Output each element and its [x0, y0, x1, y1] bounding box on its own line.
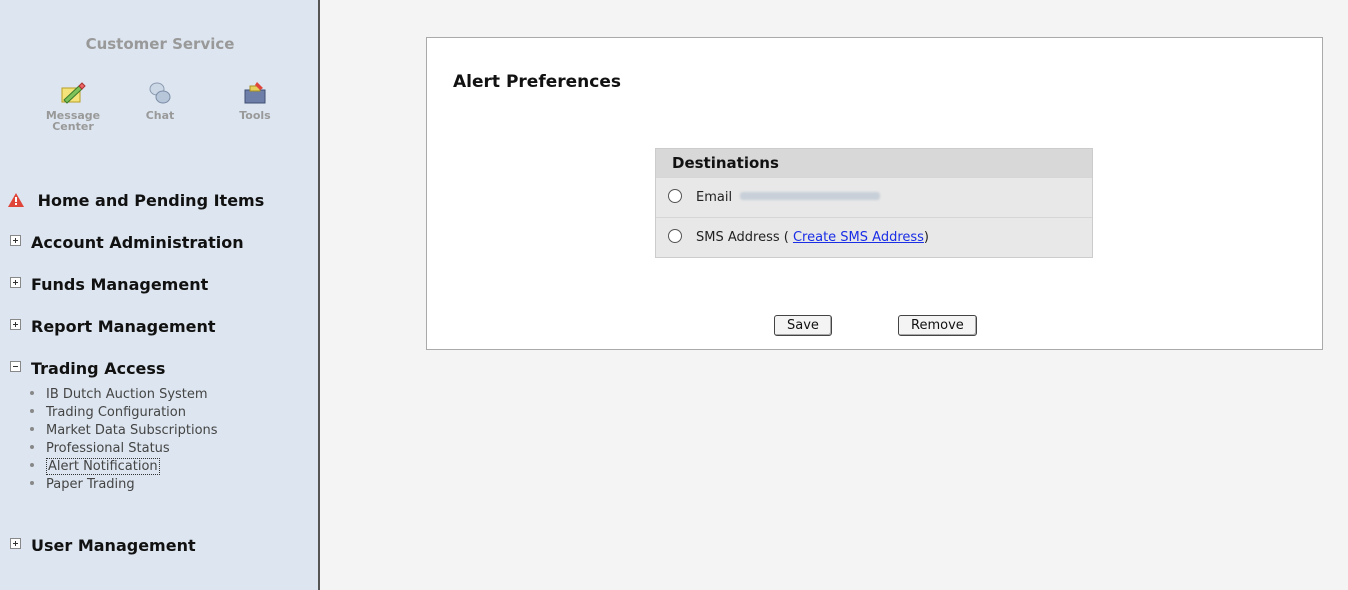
create-sms-address-link[interactable]: Create SMS Address	[793, 230, 924, 245]
sms-destination-row: SMS Address ( Create SMS Address)	[656, 217, 1092, 257]
sms-label: SMS Address (	[696, 230, 793, 245]
chat-tool[interactable]: Chat	[125, 80, 195, 121]
message-center-label: Message Center	[45, 109, 101, 133]
page-title: Alert Preferences	[453, 72, 621, 92]
sms-label-suffix: )	[923, 230, 929, 245]
warning-icon	[8, 193, 24, 207]
sidebar: Customer Service Message Center Chat Too…	[0, 0, 320, 590]
save-button[interactable]: Save	[774, 315, 832, 336]
subitem-paper-trading[interactable]: Paper Trading	[30, 476, 218, 494]
trading-access-subitems: IB Dutch Auction System Trading Configur…	[30, 386, 218, 494]
nav-home-and-pending-items[interactable]: Home and Pending Items	[8, 191, 264, 210]
chat-icon	[149, 82, 171, 104]
expand-plus-icon[interactable]	[10, 277, 21, 288]
nav-account-administration-label: Account Administration	[31, 233, 244, 252]
nav-user-management[interactable]: User Management	[8, 536, 196, 555]
nav-trading-access-label: Trading Access	[31, 359, 166, 378]
expand-plus-icon[interactable]	[10, 319, 21, 330]
nav-funds-management-label: Funds Management	[31, 275, 209, 294]
remove-button[interactable]: Remove	[898, 315, 977, 336]
chat-label: Chat	[145, 109, 175, 122]
subitem-ib-dutch-auction-system[interactable]: IB Dutch Auction System	[30, 386, 218, 404]
tools-label: Tools	[239, 109, 271, 122]
expand-plus-icon[interactable]	[10, 538, 21, 549]
redacted-email-value	[740, 192, 881, 200]
subitem-market-data-subscriptions[interactable]: Market Data Subscriptions	[30, 422, 218, 440]
destinations-header: Destinations	[656, 149, 1092, 177]
nav-user-management-label: User Management	[31, 536, 196, 555]
nav-account-administration[interactable]: Account Administration	[8, 233, 244, 252]
email-destination-row: Email	[656, 177, 1092, 217]
nav-trading-access[interactable]: Trading Access	[8, 359, 165, 378]
nav-funds-management[interactable]: Funds Management	[8, 275, 208, 294]
customer-service-title: Customer Service	[85, 35, 235, 53]
nav-report-management[interactable]: Report Management	[8, 317, 216, 336]
nav-home-label: Home and Pending Items	[37, 191, 265, 210]
subitem-trading-configuration[interactable]: Trading Configuration	[30, 404, 218, 422]
expand-plus-icon[interactable]	[10, 235, 21, 246]
sms-radio[interactable]	[668, 229, 682, 243]
subitem-professional-status[interactable]: Professional Status	[30, 440, 218, 458]
destinations-table: Destinations Email SMS Address ( Create …	[655, 148, 1093, 258]
tools-tool[interactable]: Tools	[220, 80, 290, 121]
email-label: Email	[696, 190, 733, 205]
nav-report-management-label: Report Management	[31, 317, 216, 336]
email-radio[interactable]	[668, 189, 682, 203]
message-center-icon	[61, 82, 86, 104]
subitem-alert-notification[interactable]: Alert Notification	[30, 458, 218, 476]
tools-icon	[244, 82, 266, 104]
alert-preferences-panel: Alert Preferences Destinations Email SMS…	[426, 37, 1323, 350]
collapse-minus-icon[interactable]	[10, 361, 21, 372]
message-center-tool[interactable]: Message Center	[38, 80, 108, 132]
